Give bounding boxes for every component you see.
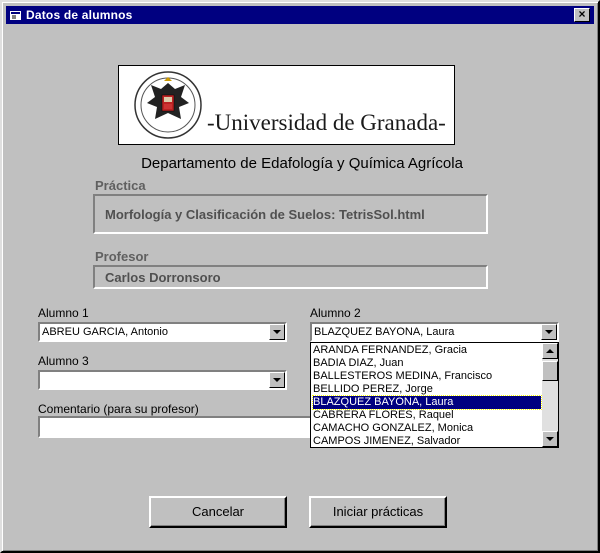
arrow-up-icon [546, 349, 554, 353]
alumno2-value: BLAZQUEZ BAYONA, Laura [314, 326, 455, 338]
alumno1-combobox[interactable]: ABREU GARCIA, Antonio [38, 322, 287, 342]
dialog-window: Datos de alumnos × -Universidad de Grana… [0, 0, 600, 553]
chevron-down-icon [273, 330, 281, 334]
profesor-label: Profesor [95, 249, 149, 264]
university-name: -Universidad de Granada- [207, 110, 446, 135]
chevron-down-icon [273, 378, 281, 382]
chevron-down-icon [545, 330, 553, 334]
arrow-down-icon [546, 437, 554, 441]
list-item[interactable]: ARANDA FERNANDEZ, Gracia [313, 344, 541, 357]
scroll-down-button[interactable] [542, 431, 558, 447]
alumno3-dropdown-button[interactable] [269, 372, 285, 388]
alumno1-value: ABREU GARCIA, Antonio [42, 326, 168, 338]
close-button[interactable]: × [574, 8, 590, 22]
cancel-button[interactable]: Cancelar [149, 496, 287, 528]
alumno2-label: Alumno 2 [310, 306, 361, 320]
university-logo: -Universidad de Granada- [118, 65, 455, 145]
practica-label: Práctica [95, 178, 146, 193]
alumno2-dropdown-list[interactable]: ARANDA FERNANDEZ, Gracia BADIA DIAZ, Jua… [310, 342, 559, 448]
scroll-up-button[interactable] [542, 343, 558, 359]
alumno2-combobox[interactable]: BLAZQUEZ BAYONA, Laura [310, 322, 559, 342]
list-item[interactable]: CAMACHO GONZALEZ, Monica [313, 422, 541, 435]
list-scrollbar[interactable] [542, 343, 558, 447]
list-item[interactable]: CAMPOS JIMENEZ, Salvador [313, 435, 541, 447]
list-item[interactable]: CABRERA FLORES, Raquel [313, 409, 541, 422]
list-item[interactable]: BALLESTEROS MEDINA, Francisco [313, 370, 541, 383]
window-icon [10, 11, 21, 20]
list-item[interactable]: BADIA DIAZ, Juan [313, 357, 541, 370]
department-title: Departamento de Edafología y Química Agr… [141, 155, 463, 172]
window-title: Datos de alumnos [26, 8, 133, 22]
practica-field: Morfología y Clasificación de Suelos: Te… [93, 194, 488, 234]
scroll-thumb[interactable] [542, 361, 558, 381]
crest-icon [134, 71, 202, 139]
comentario-label: Comentario (para su profesor) [38, 402, 199, 416]
alumno1-dropdown-button[interactable] [269, 324, 285, 340]
alumno3-label: Alumno 3 [38, 354, 89, 368]
alumno3-combobox[interactable] [38, 370, 287, 390]
profesor-field: Carlos Dorronsoro [93, 265, 488, 289]
start-button[interactable]: Iniciar prácticas [309, 496, 447, 528]
list-item-selected[interactable]: BLAZQUEZ BAYONA, Laura [312, 395, 542, 410]
alumno1-label: Alumno 1 [38, 306, 89, 320]
list-item[interactable]: BELLIDO PEREZ, Jorge [313, 383, 541, 396]
title-bar[interactable]: Datos de alumnos × [6, 6, 594, 24]
alumno2-dropdown-button[interactable] [541, 324, 557, 340]
